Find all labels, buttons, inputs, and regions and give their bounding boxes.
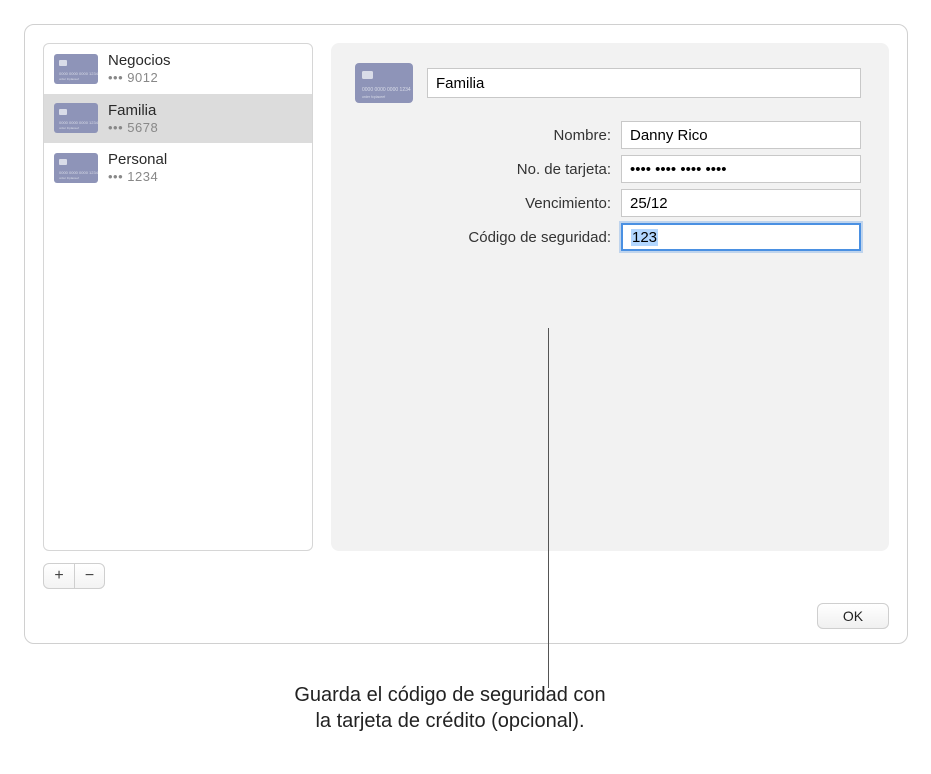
label-number: No. de tarjeta:	[427, 161, 611, 178]
callout-text: Guarda el código de seguridad con la tar…	[100, 682, 800, 734]
card-item-personal[interactable]: 0000 0000 0000 1234 order fcplaceef Pers…	[44, 143, 312, 193]
row-name: Nombre:	[427, 121, 861, 149]
card-item-title: Personal	[108, 151, 167, 169]
card-item-title: Negocios	[108, 52, 171, 70]
card-list: 0000 0000 0000 1234 order fcplaceef Nego…	[44, 44, 312, 550]
svg-text:0000 0000 0000 1234: 0000 0000 0000 1234	[362, 87, 411, 93]
callout-line1: Guarda el código de seguridad con	[294, 684, 605, 706]
card-number-input[interactable]	[621, 155, 861, 183]
svg-text:order fcplaceef: order fcplaceef	[362, 95, 385, 99]
card-item-title: Familia	[108, 102, 158, 120]
card-sidebar: 0000 0000 0000 1234 order fcplaceef Nego…	[43, 43, 313, 551]
svg-text:order fcplaceef: order fcplaceef	[59, 126, 79, 130]
detail-header: 0000 0000 0000 1234 order fcplaceef	[355, 63, 861, 103]
ok-button[interactable]: OK	[817, 603, 889, 629]
credit-card-settings-window: 0000 0000 0000 1234 order fcplaceef Nego…	[24, 24, 908, 644]
name-input[interactable]	[621, 121, 861, 149]
credit-card-icon: 0000 0000 0000 1234 order fcplaceef	[355, 63, 413, 103]
svg-text:0000 0000 0000 1234: 0000 0000 0000 1234	[59, 120, 98, 125]
expiry-input[interactable]	[621, 189, 861, 217]
footer-row: + −	[43, 563, 889, 589]
card-detail-panel: 0000 0000 0000 1234 order fcplaceef Nomb…	[331, 43, 889, 551]
card-item-negocios[interactable]: 0000 0000 0000 1234 order fcplaceef Nego…	[44, 44, 312, 94]
credit-card-icon: 0000 0000 0000 1234 order fcplaceef	[54, 103, 98, 133]
row-expiry: Vencimiento:	[427, 189, 861, 217]
svg-text:0000 0000 0000 1234: 0000 0000 0000 1234	[59, 170, 98, 175]
row-number: No. de tarjeta:	[427, 155, 861, 183]
svg-text:order fcplaceef: order fcplaceef	[59, 176, 79, 180]
card-item-sub: ••• 1234	[108, 169, 167, 185]
callout-line2: la tarjeta de crédito (opcional).	[315, 710, 584, 732]
card-item-sub: ••• 5678	[108, 120, 158, 136]
security-code-value: 123	[631, 229, 658, 246]
label-name: Nombre:	[427, 127, 611, 144]
card-item-info: Negocios ••• 9012	[108, 52, 171, 86]
row-security: Código de seguridad: 123	[427, 223, 861, 251]
credit-card-icon: 0000 0000 0000 1234 order fcplaceef	[54, 153, 98, 183]
content-row: 0000 0000 0000 1234 order fcplaceef Nego…	[43, 43, 889, 551]
svg-text:0000 0000 0000 1234: 0000 0000 0000 1234	[59, 71, 98, 76]
add-remove-group: + −	[43, 563, 105, 589]
card-item-info: Familia ••• 5678	[108, 102, 158, 136]
label-security: Código de seguridad:	[427, 229, 611, 246]
callout-leader-line	[548, 328, 549, 688]
card-title-input[interactable]	[427, 68, 861, 98]
card-item-sub: ••• 9012	[108, 70, 171, 86]
add-card-button[interactable]: +	[44, 564, 74, 588]
remove-card-button[interactable]: −	[74, 564, 104, 588]
security-code-input[interactable]: 123	[621, 223, 861, 251]
credit-card-icon: 0000 0000 0000 1234 order fcplaceef	[54, 54, 98, 84]
card-item-info: Personal ••• 1234	[108, 151, 167, 185]
form-rows: Nombre: No. de tarjeta: Vencimiento: Cód…	[427, 121, 861, 251]
card-item-familia[interactable]: 0000 0000 0000 1234 order fcplaceef Fami…	[44, 94, 312, 144]
label-expiry: Vencimiento:	[427, 195, 611, 212]
svg-text:order fcplaceef: order fcplaceef	[59, 77, 79, 81]
